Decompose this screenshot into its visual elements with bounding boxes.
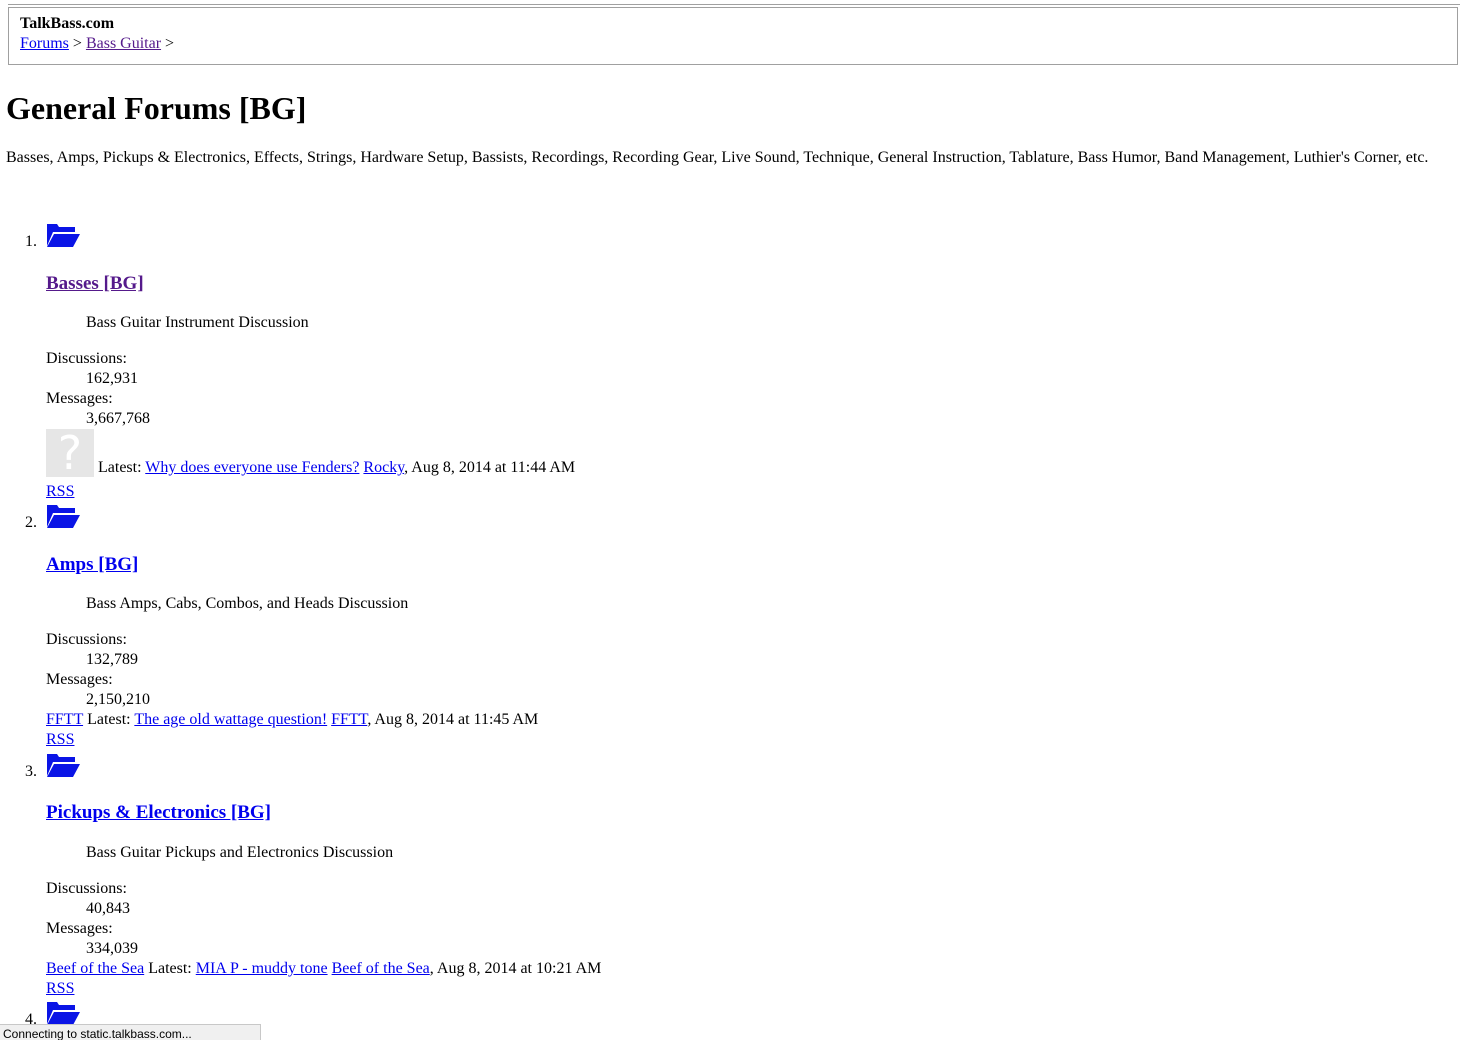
- messages-label: Messages:: [46, 671, 113, 688]
- latest-date: , Aug 8, 2014 at 11:45 AM: [367, 711, 539, 728]
- avatar-user-link[interactable]: Beef of the Sea: [46, 960, 144, 977]
- rss-link[interactable]: RSS: [46, 731, 74, 749]
- latest-date: , Aug 8, 2014 at 11:44 AM: [404, 459, 576, 476]
- discussions-count: 132,789: [86, 651, 138, 668]
- discussions-label: Discussions:: [46, 350, 127, 367]
- site-title: TalkBass.com: [20, 15, 115, 32]
- latest-label: Latest:: [87, 711, 131, 728]
- forum-title-link[interactable]: Amps [BG]: [46, 554, 138, 576]
- breadcrumb-forums[interactable]: Forums: [20, 35, 69, 52]
- list-number: 1.: [25, 233, 37, 250]
- latest-thread-link[interactable]: Why does everyone use Fenders?: [145, 459, 359, 476]
- page-title: General Forums [BG]: [6, 90, 307, 126]
- latest-user-link[interactable]: Rocky: [363, 459, 404, 476]
- latest-date: , Aug 8, 2014 at 10:21 AM: [429, 960, 602, 977]
- latest-post: FFTT Latest: The age old wattage questio…: [46, 711, 538, 729]
- latest-label: Latest:: [98, 459, 142, 476]
- breadcrumb-separator: >: [165, 35, 175, 52]
- latest-user-link[interactable]: Beef of the Sea: [332, 960, 430, 977]
- forum-description: Bass Guitar Pickups and Electronics Disc…: [86, 844, 394, 861]
- latest-thread-link[interactable]: MIA P - muddy tone: [196, 960, 328, 977]
- breadcrumb: Forums > Bass Guitar >: [20, 35, 174, 53]
- latest-post: ? Latest: Why does everyone use Fenders? …: [46, 429, 575, 477]
- discussions-count: 162,931: [86, 370, 138, 387]
- forum-description: Bass Amps, Cabs, Combos, and Heads Discu…: [86, 595, 409, 612]
- latest-user-link[interactable]: FFTT: [331, 711, 367, 728]
- folder-open-icon[interactable]: [46, 503, 80, 534]
- rss-link[interactable]: RSS: [46, 980, 74, 998]
- discussions-label: Discussions:: [46, 631, 127, 648]
- messages-count: 334,039: [86, 940, 138, 957]
- browser-status-bar: Connecting to static.talkbass.com...: [0, 1024, 261, 1040]
- site-header: TalkBass.com Forums > Bass Guitar >: [8, 7, 1458, 65]
- breadcrumb-separator: >: [72, 35, 82, 52]
- default-avatar-icon[interactable]: ?: [46, 429, 94, 477]
- latest-post: Beef of the Sea Latest: MIA P - muddy to…: [46, 960, 601, 978]
- messages-count: 2,150,210: [86, 691, 150, 708]
- messages-count: 3,667,768: [86, 410, 150, 427]
- messages-label: Messages:: [46, 390, 113, 407]
- latest-thread-link[interactable]: The age old wattage question!: [134, 711, 327, 728]
- folder-open-icon[interactable]: [46, 752, 80, 783]
- page-description: Basses, Amps, Pickups & Electronics, Eff…: [6, 149, 1429, 166]
- rss-link[interactable]: RSS: [46, 483, 74, 501]
- forum-title-link[interactable]: Basses [BG]: [46, 273, 144, 295]
- discussions-label: Discussions:: [46, 880, 127, 897]
- breadcrumb-bass-guitar[interactable]: Bass Guitar: [86, 35, 161, 52]
- forum-title-link[interactable]: Pickups & Electronics [BG]: [46, 802, 271, 824]
- messages-label: Messages:: [46, 920, 113, 937]
- top-divider: [8, 4, 1460, 5]
- list-number: 3.: [25, 763, 37, 780]
- avatar-user-link[interactable]: FFTT: [46, 711, 83, 728]
- discussions-count: 40,843: [86, 900, 130, 917]
- latest-label: Latest:: [148, 960, 192, 977]
- list-number: 2.: [25, 514, 37, 531]
- folder-open-icon[interactable]: [46, 222, 80, 253]
- forum-description: Bass Guitar Instrument Discussion: [86, 314, 309, 331]
